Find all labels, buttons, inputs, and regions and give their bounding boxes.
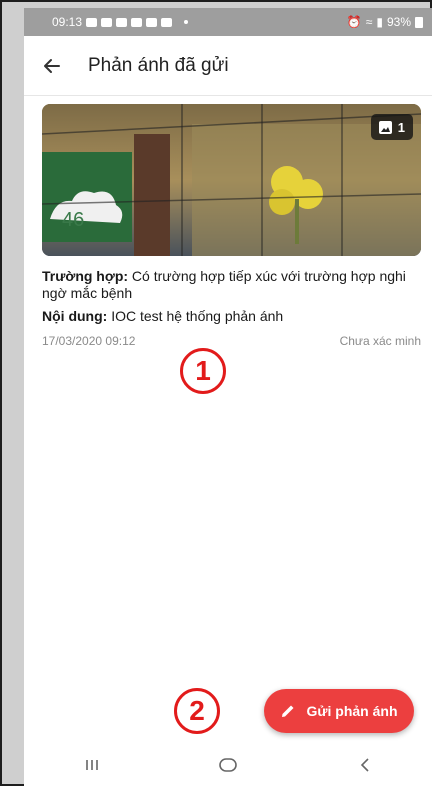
home-icon bbox=[219, 757, 238, 772]
back-button[interactable] bbox=[24, 36, 80, 96]
content-label: Nội dung: bbox=[42, 308, 108, 324]
page-title: Phản ánh đã gửi bbox=[88, 54, 229, 76]
status-bar: 09:13 ⏰ ≈ ▮ 93% bbox=[24, 8, 432, 36]
battery-icon bbox=[415, 16, 423, 28]
alarm-icon: ⏰ bbox=[346, 15, 362, 29]
report-status: Chưa xác minh bbox=[339, 334, 421, 348]
status-left: 09:13 bbox=[52, 15, 189, 29]
system-nav-bar bbox=[24, 743, 432, 786]
back-chevron-icon bbox=[360, 757, 369, 772]
meta-row: 17/03/2020 09:12 Chưa xác minh bbox=[42, 334, 421, 348]
report-card[interactable]: 46 1 Trường hợp: Có trường hợp tiếp xúc … bbox=[42, 104, 421, 348]
content-value: IOC test hệ thống phản ánh bbox=[111, 308, 284, 324]
app-bar: Phản ánh đã gửi bbox=[24, 36, 432, 96]
status-time: 09:13 bbox=[52, 15, 83, 29]
more-notifications-icon bbox=[184, 20, 189, 24]
image-count: 1 bbox=[397, 119, 405, 135]
recents-button[interactable] bbox=[62, 747, 122, 783]
app-notification-icon bbox=[161, 17, 173, 27]
phone-screen: 09:13 ⏰ ≈ ▮ 93% Phản ánh đã gửi 46 1 Trư… bbox=[24, 8, 432, 786]
notification-icon bbox=[146, 17, 158, 27]
recents-icon bbox=[86, 759, 98, 770]
send-report-label: Gửi phản ánh bbox=[306, 703, 398, 719]
signal-icon: ▮ bbox=[376, 15, 383, 29]
message-icon bbox=[86, 17, 98, 27]
svg-text:46: 46 bbox=[62, 209, 84, 231]
status-right: ⏰ ≈ ▮ 93% bbox=[347, 15, 423, 29]
battery-level: 93% bbox=[386, 15, 411, 29]
annotation-marker-1: 1 bbox=[180, 348, 226, 394]
report-image[interactable]: 46 1 bbox=[42, 104, 421, 256]
content-line: Nội dung: IOC test hệ thống phản ánh bbox=[42, 308, 421, 324]
send-report-fab[interactable]: Gửi phản ánh bbox=[264, 689, 414, 733]
pencil-icon bbox=[282, 705, 294, 717]
report-image-artwork: 46 bbox=[42, 104, 421, 256]
image-icon bbox=[378, 120, 392, 134]
report-timestamp: 17/03/2020 09:12 bbox=[42, 334, 136, 348]
arrow-left-icon bbox=[44, 58, 60, 73]
home-button[interactable] bbox=[198, 747, 258, 783]
case-label: Trường hợp: bbox=[42, 268, 129, 284]
annotation-marker-2: 2 bbox=[174, 688, 220, 734]
system-back-button[interactable] bbox=[335, 747, 395, 783]
case-line: Trường hợp: Có trường hợp tiếp xúc với t… bbox=[42, 268, 421, 302]
screenshot-frame: 09:13 ⏰ ≈ ▮ 93% Phản ánh đã gửi 46 1 Trư… bbox=[0, 0, 432, 786]
notification-icon bbox=[101, 17, 113, 27]
image-count-badge: 1 bbox=[370, 114, 413, 140]
notification-icon bbox=[116, 17, 128, 27]
notification-icon bbox=[131, 17, 143, 27]
wifi-icon: ≈ bbox=[365, 15, 373, 29]
